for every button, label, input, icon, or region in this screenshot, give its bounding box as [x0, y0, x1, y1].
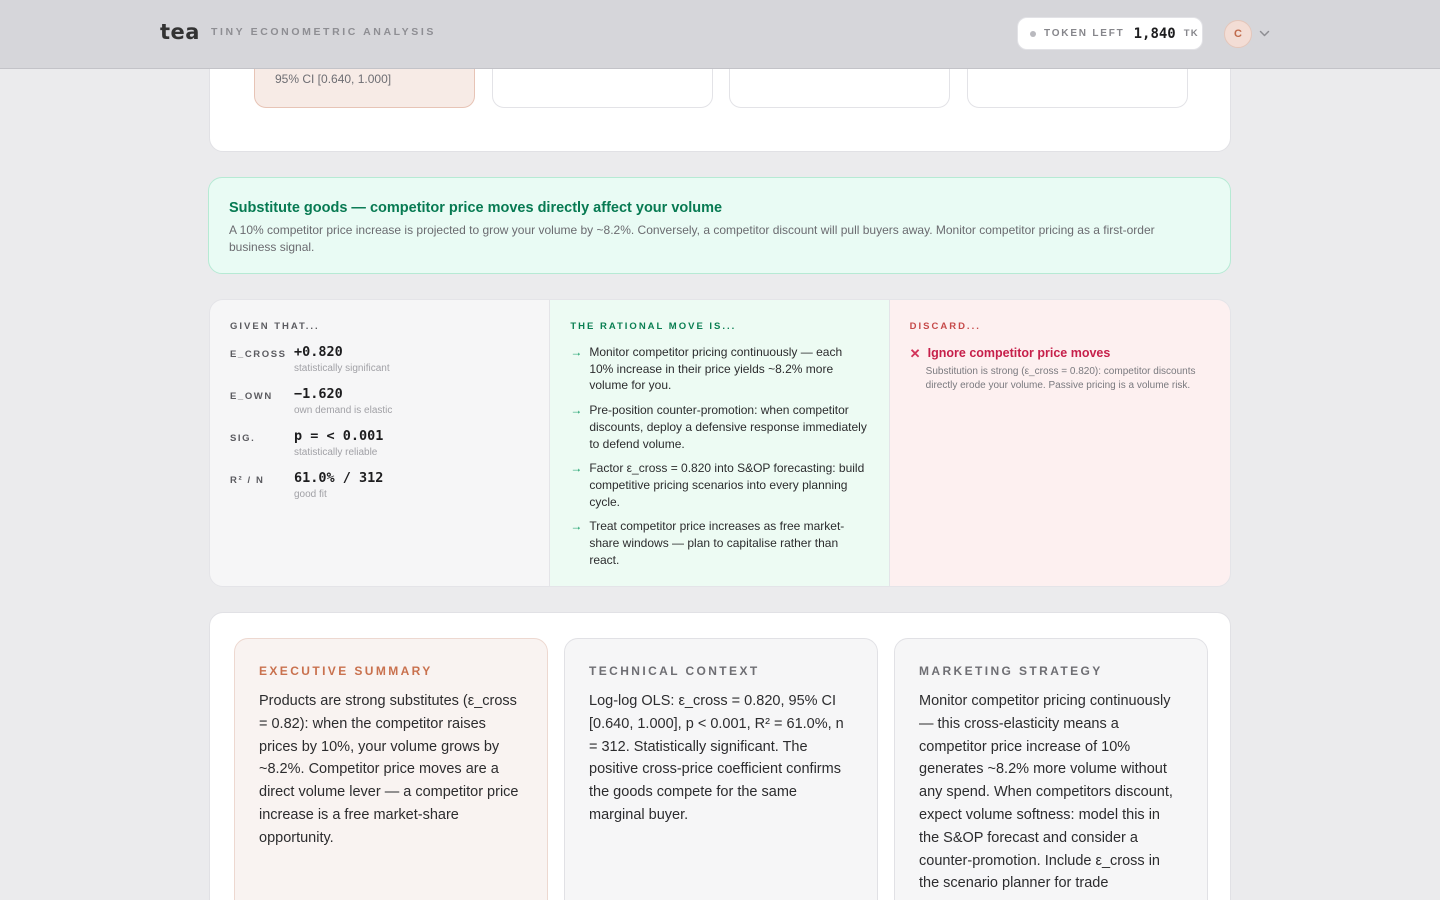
app-header: tea TINY ECONOMETRIC ANALYSIS TOKEN LEFT…: [0, 0, 1440, 69]
discard-title: DISCARD...: [909, 321, 981, 332]
summary-card: EXECUTIVE SUMMARY Products are strong su…: [209, 612, 1231, 900]
given-sub: own demand is elastic: [294, 405, 393, 416]
app-logo: tea: [160, 20, 200, 44]
app-tagline: TINY ECONOMETRIC ANALYSIS: [210, 26, 437, 38]
token-counter: TOKEN LEFT 1,840 TK: [1017, 17, 1203, 50]
move-item: → Treat competitor price increases as fr…: [570, 518, 868, 568]
token-unit: TK: [1183, 28, 1199, 39]
tech-body: Log-log OLS: ε_cross = 0.820, 95% CI [0.…: [589, 693, 844, 823]
exec-title: EXECUTIVE SUMMARY: [259, 664, 433, 678]
discard-item-desc: Substitution is strong (ε_cross = 0.820)…: [925, 366, 1196, 391]
move-item: → Factor ε_cross = 0.820 into S&OP forec…: [570, 460, 868, 510]
discard-item: ✕ Ignore competitor price moves Substitu…: [910, 346, 1210, 392]
given-sub: statistically reliable: [294, 447, 378, 458]
discard-column: DISCARD... ✕ Ignore competitor price mov…: [889, 300, 1230, 586]
technical-context-panel: TECHNICAL CONTEXT Log-log OLS: ε_cross =…: [564, 638, 878, 900]
arrow-right-icon: →: [570, 403, 583, 418]
brand[interactable]: tea TINY ECONOMETRIC ANALYSIS: [160, 20, 436, 44]
token-label: TOKEN LEFT: [1044, 28, 1125, 39]
given-label: E_CROSS: [230, 349, 287, 360]
exec-body: Products are strong substitutes (ε_cross…: [259, 693, 519, 846]
given-value: p = < 0.001: [294, 428, 384, 444]
user-avatar[interactable]: C: [1224, 20, 1252, 48]
arrow-right-icon: →: [570, 461, 583, 476]
given-sub: good fit: [294, 489, 327, 500]
move-text: Factor ε_cross = 0.820 into S&OP forecas…: [589, 461, 865, 509]
given-row: R² / N 61.0% / 312 good fit: [230, 470, 529, 500]
given-column: GIVEN THAT... E_CROSS +0.820 statistical…: [210, 300, 551, 586]
confidence-interval: 95% CI [0.640, 1.000]: [275, 72, 392, 86]
chevron-down-icon[interactable]: [1258, 27, 1271, 40]
given-value: 61.0% / 312: [294, 470, 384, 486]
mkt-title: MARKETING STRATEGY: [919, 664, 1103, 678]
move-title: THE RATIONAL MOVE IS...: [570, 321, 737, 332]
executive-summary-panel: EXECUTIVE SUMMARY Products are strong su…: [234, 638, 548, 900]
decision-panel: GIVEN THAT... E_CROSS +0.820 statistical…: [209, 299, 1231, 587]
move-text: Treat competitor price increases as free…: [589, 519, 845, 567]
given-sub: statistically significant: [294, 363, 390, 374]
given-value: −1.620: [294, 386, 343, 402]
token-value: 1,840: [1133, 25, 1176, 42]
given-row: E_CROSS +0.820 statistically significant: [230, 344, 529, 374]
discard-item-title: Ignore competitor price moves: [927, 346, 1111, 360]
status-dot-icon: [1030, 30, 1036, 37]
given-row: SIG. p = < 0.001 statistically reliable: [230, 428, 529, 458]
rational-move-column: THE RATIONAL MOVE IS... → Monitor compet…: [550, 300, 890, 586]
move-text: Pre-position counter-promotion: when com…: [589, 403, 867, 451]
insight-title: Substitute goods — competitor price move…: [229, 200, 723, 216]
given-row: E_OWN −1.620 own demand is elastic: [230, 386, 529, 416]
given-label: E_OWN: [230, 391, 273, 402]
given-label: SIG.: [230, 433, 256, 444]
mkt-body: Monitor competitor pricing continuously …: [919, 693, 1173, 892]
given-label: R² / N: [230, 475, 265, 486]
arrow-right-icon: →: [570, 345, 583, 359]
insight-body: A 10% competitor price increase is proje…: [229, 223, 1155, 254]
marketing-strategy-panel: MARKETING STRATEGY Monitor competitor pr…: [894, 638, 1208, 900]
arrow-right-icon: →: [570, 519, 583, 534]
move-text: Monitor competitor pricing continuously …: [589, 345, 843, 393]
insight-banner: Substitute goods — competitor price move…: [208, 177, 1231, 274]
move-item: → Pre-position counter-promotion: when c…: [570, 402, 868, 452]
given-value: +0.820: [294, 344, 343, 360]
tech-title: TECHNICAL CONTEXT: [589, 664, 760, 678]
move-item: → Monitor competitor pricing continuousl…: [570, 344, 868, 394]
given-title: GIVEN THAT...: [230, 321, 320, 332]
